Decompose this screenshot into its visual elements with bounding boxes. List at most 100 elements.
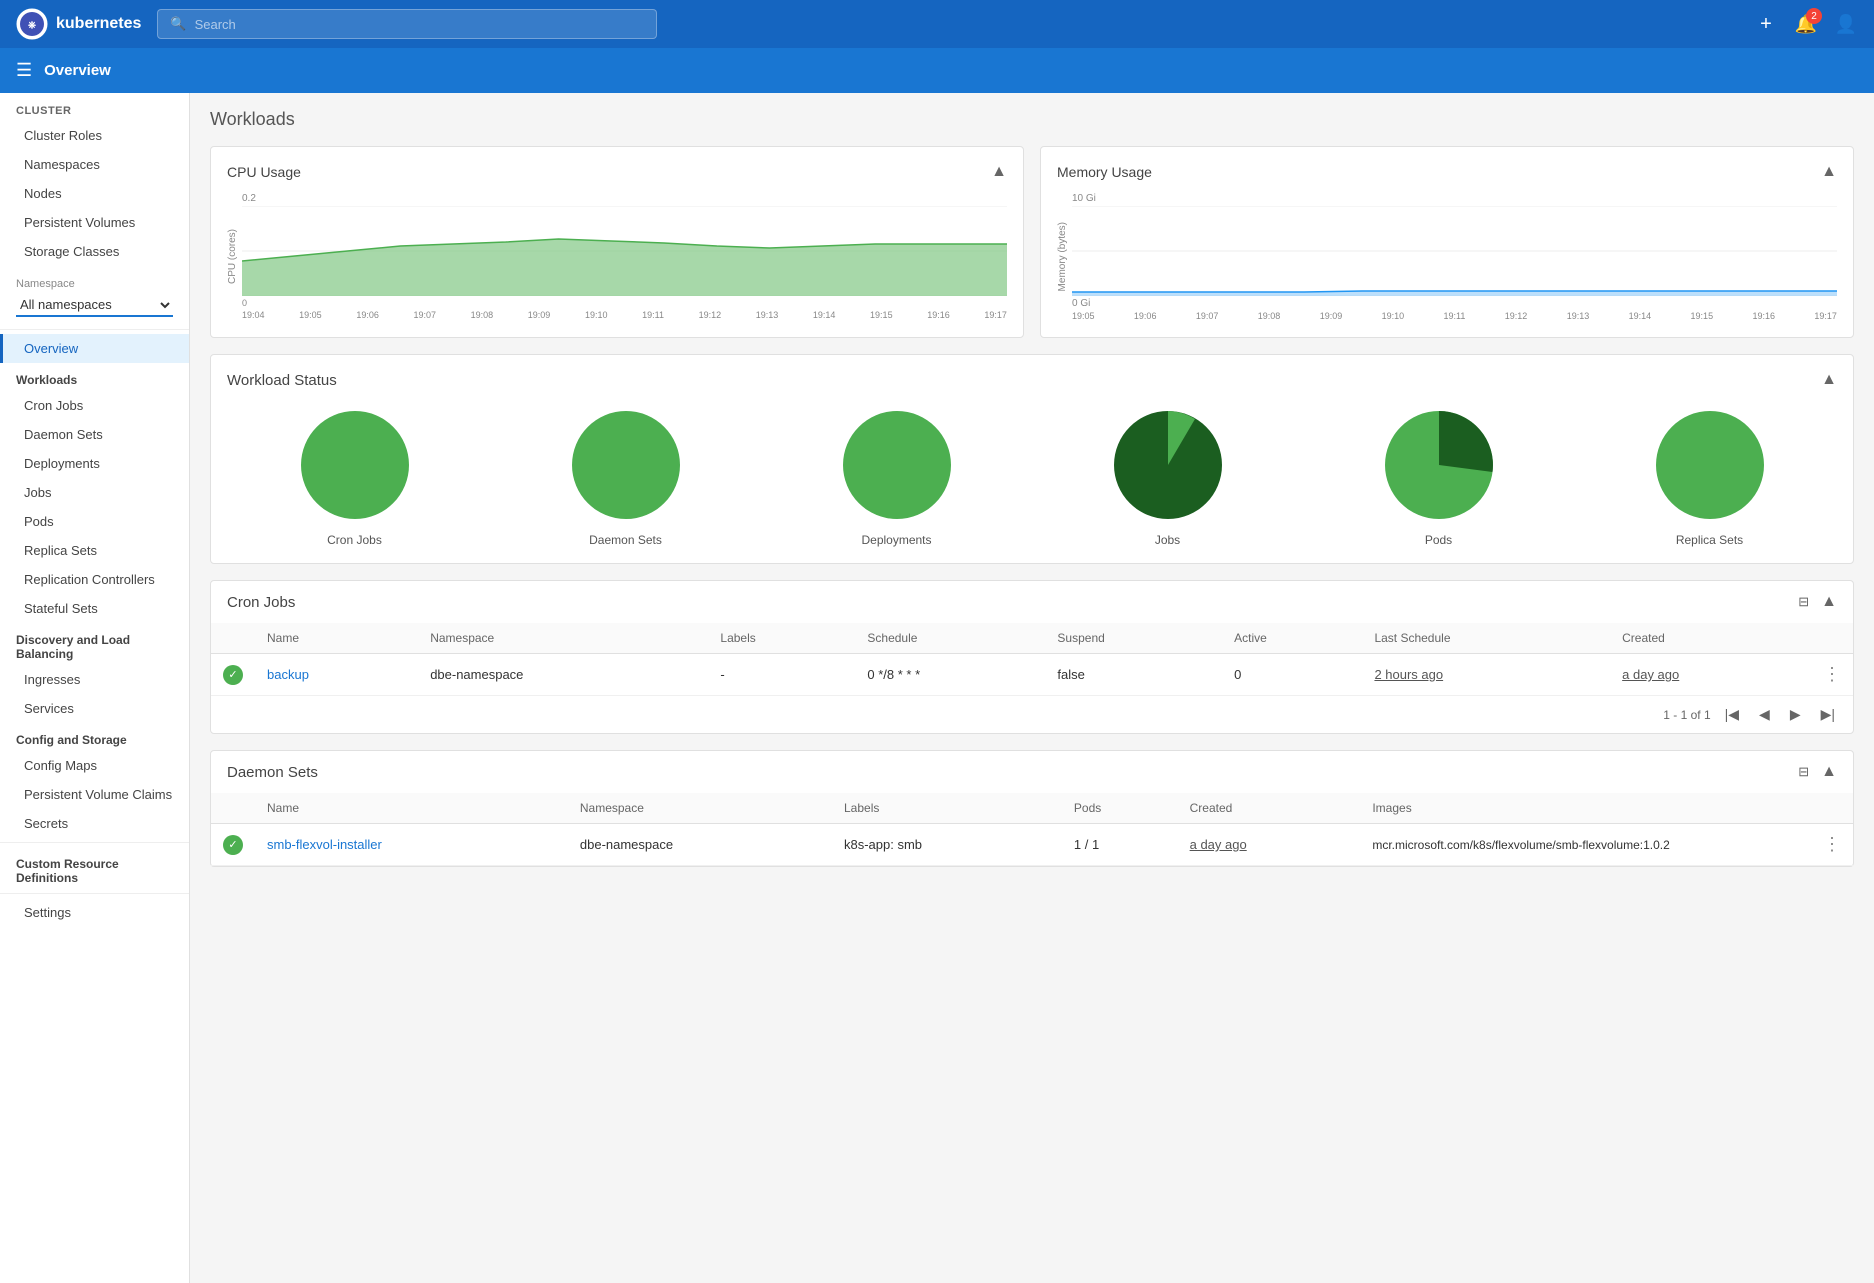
sidebar-item-secrets[interactable]: Secrets [0,809,189,838]
cpu-chart-header: CPU Usage ▲ [227,163,1007,181]
sidebar-item-daemon-sets[interactable]: Daemon Sets [0,420,189,449]
cron-jobs-table-card: Cron Jobs ⊟ ▲ Name Namespace Labels Sche… [210,580,1854,734]
daemon-sets-table: Name Namespace Labels Pods Created Image… [211,793,1853,866]
sidebar-item-pods[interactable]: Pods [0,507,189,536]
col-namespace: Namespace [418,623,708,654]
sidebar-item-replication-controllers[interactable]: Replication Controllers [0,565,189,594]
col-actions [1811,623,1853,654]
ds-row-namespace: dbe-namespace [568,824,832,866]
search-input[interactable] [195,17,645,32]
ds-row-created: a day ago [1178,824,1361,866]
ds-col-actions [1811,793,1853,824]
pie-cron-jobs-chart [295,405,415,525]
add-button[interactable]: + [1754,12,1778,36]
page-next-button[interactable]: ▶ [1784,704,1807,725]
app-name: kubernetes [56,15,141,33]
sidebar-cluster-header: Cluster [0,93,189,121]
user-menu-button[interactable]: 👤 [1834,12,1858,36]
page-last-button[interactable]: ▶| [1815,704,1841,725]
pie-deployments-label: Deployments [861,533,931,547]
namespace-label: Namespace [16,278,173,290]
daemon-sets-header-row: Name Namespace Labels Pods Created Image… [211,793,1853,824]
sidebar-item-config-maps[interactable]: Config Maps [0,751,189,780]
workload-status-collapse-button[interactable]: ▲ [1821,371,1837,389]
cron-job-link[interactable]: backup [267,667,309,682]
search-container[interactable]: 🔍 [157,9,657,39]
created-link[interactable]: a day ago [1622,667,1679,682]
sidebar-item-ingresses[interactable]: Ingresses [0,665,189,694]
search-icon: 🔍 [170,16,186,32]
mem-x-2: 19:07 [1196,311,1219,321]
workload-status-card: Workload Status ▲ Cron Jobs Daemon Sets [210,354,1854,564]
pie-replica-sets-label: Replica Sets [1676,533,1743,547]
cpu-x-9: 19:13 [756,310,779,320]
ds-row-more-options[interactable]: ⋮ [1811,824,1853,866]
notification-button[interactable]: 🔔 2 [1794,12,1818,36]
row-more-options[interactable]: ⋮ [1811,654,1853,696]
cpu-chart-collapse-button[interactable]: ▲ [991,163,1007,181]
sidebar-item-settings[interactable]: Settings [0,898,189,927]
pie-jobs: Jobs [1108,405,1228,547]
app-logo[interactable]: ⎈ kubernetes [16,8,141,40]
mem-x-7: 19:12 [1505,311,1528,321]
table-row: ✓ smb-flexvol-installer dbe-namespace k8… [211,824,1853,866]
row-name: backup [255,654,418,696]
memory-chart-header: Memory Usage ▲ [1057,163,1837,181]
daemon-set-link[interactable]: smb-flexvol-installer [267,837,382,852]
sidebar-item-jobs[interactable]: Jobs [0,478,189,507]
ds-created-link[interactable]: a day ago [1190,837,1247,852]
pie-replica-sets: Replica Sets [1650,405,1770,547]
sidebar-item-nodes[interactable]: Nodes [0,179,189,208]
sidebar-divider-2 [0,842,189,843]
cpu-x-7: 19:11 [642,310,664,320]
mem-x-5: 19:10 [1382,311,1405,321]
sidebar-item-storage-classes[interactable]: Storage Classes [0,237,189,266]
memory-chart-title: Memory Usage [1057,164,1152,180]
row-active: 0 [1222,654,1362,696]
cron-jobs-collapse-button[interactable]: ▲ [1821,593,1837,611]
pie-charts-row: Cron Jobs Daemon Sets Deployments [227,405,1837,547]
sidebar-item-stateful-sets[interactable]: Stateful Sets [0,594,189,623]
cpu-x-8: 19:12 [699,310,722,320]
sidebar-item-namespaces[interactable]: Namespaces [0,150,189,179]
cpu-chart-title: CPU Usage [227,164,301,180]
cpu-usage-card: CPU Usage ▲ CPU (cores) 0.2 [210,146,1024,338]
sidebar-item-deployments[interactable]: Deployments [0,449,189,478]
mem-x-0: 19:05 [1072,311,1095,321]
namespace-select[interactable]: All namespaces default kube-system dbe-n… [16,294,173,317]
sidebar-item-pvc[interactable]: Persistent Volume Claims [0,780,189,809]
sidebar-item-persistent-volumes[interactable]: Persistent Volumes [0,208,189,237]
col-last-schedule: Last Schedule [1362,623,1610,654]
sidebar-item-cron-jobs[interactable]: Cron Jobs [0,391,189,420]
sidebar-item-replica-sets[interactable]: Replica Sets [0,536,189,565]
daemon-sets-collapse-button[interactable]: ▲ [1821,763,1837,781]
row-labels: - [708,654,855,696]
ds-col-images: Images [1360,793,1811,824]
cron-jobs-filter-icon[interactable]: ⊟ [1798,594,1809,610]
ds-row-status: ✓ [211,824,255,866]
sidebar-item-services[interactable]: Services [0,694,189,723]
ds-status-ok-icon: ✓ [223,835,243,855]
pie-deployments: Deployments [837,405,957,547]
cron-jobs-table-title: Cron Jobs [227,594,295,611]
mem-x-6: 19:11 [1444,311,1466,321]
cpu-y-min: 0 [242,298,247,308]
col-active: Active [1222,623,1362,654]
pie-daemon-sets-chart [566,405,686,525]
daemon-sets-filter-icon[interactable]: ⊟ [1798,764,1809,780]
hamburger-menu-icon[interactable]: ☰ [16,60,32,81]
cpu-x-11: 19:15 [870,310,893,320]
row-last-schedule: 2 hours ago [1362,654,1610,696]
sidebar-item-overview[interactable]: Overview [0,334,189,363]
cpu-x-13: 19:17 [984,310,1007,320]
daemon-sets-table-title: Daemon Sets [227,764,318,781]
memory-chart-collapse-button[interactable]: ▲ [1821,163,1837,181]
page-first-button[interactable]: |◀ [1719,704,1745,725]
page-prev-button[interactable]: ◀ [1753,704,1776,725]
workloads-section-title: Workloads [210,109,1854,130]
pie-pods-label: Pods [1425,533,1452,547]
status-ok-icon: ✓ [223,665,243,685]
last-schedule-link[interactable]: 2 hours ago [1374,667,1443,682]
mem-x-8: 19:13 [1567,311,1590,321]
sidebar-item-cluster-roles[interactable]: Cluster Roles [0,121,189,150]
